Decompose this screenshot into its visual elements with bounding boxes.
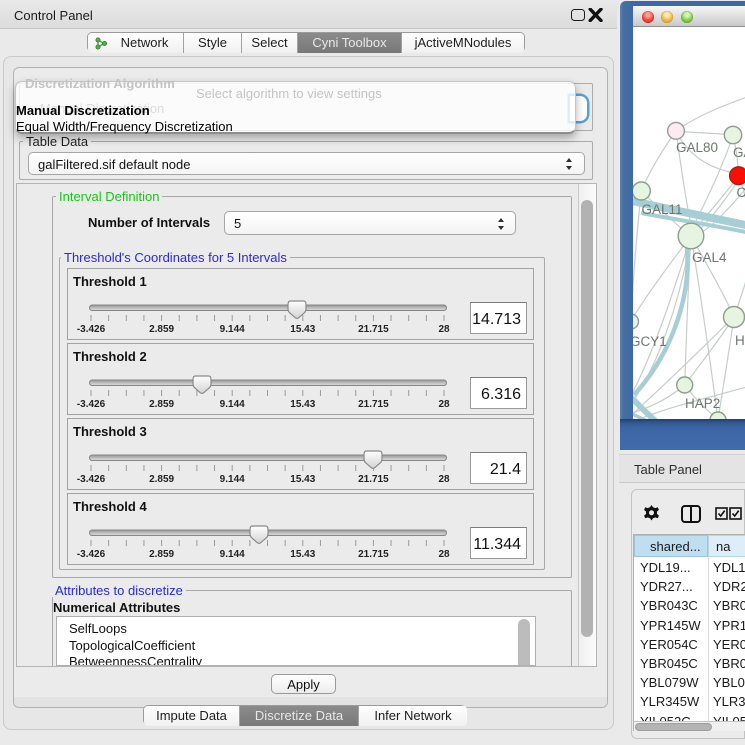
svg-text:15.43: 15.43 — [290, 324, 315, 335]
svg-text:21.715: 21.715 — [358, 474, 389, 485]
svg-text:28: 28 — [438, 474, 450, 485]
svg-text:-3.426: -3.426 — [77, 399, 106, 410]
svg-text:2.859: 2.859 — [149, 324, 174, 335]
svg-text:9.144: 9.144 — [220, 474, 245, 485]
svg-text:GAL11: GAL11 — [642, 202, 683, 217]
svg-text:C: C — [737, 185, 745, 200]
svg-text:15.43: 15.43 — [290, 399, 315, 410]
svg-text:-3.426: -3.426 — [77, 324, 106, 335]
svg-text:21.715: 21.715 — [358, 324, 389, 335]
svg-text:GAL4: GAL4 — [692, 250, 727, 265]
svg-text:HAP2: HAP2 — [685, 396, 720, 411]
svg-text:28: 28 — [438, 324, 450, 335]
svg-text:GAL80: GAL80 — [676, 140, 718, 155]
svg-text:21.715: 21.715 — [358, 549, 389, 560]
svg-text:28: 28 — [438, 399, 450, 410]
svg-text:2.859: 2.859 — [149, 549, 174, 560]
svg-text:9.144: 9.144 — [220, 324, 245, 335]
svg-text:9.144: 9.144 — [220, 399, 245, 410]
svg-text:2.859: 2.859 — [149, 399, 174, 410]
svg-text:GA: GA — [733, 145, 745, 160]
svg-text:H: H — [735, 333, 745, 348]
svg-text:15.43: 15.43 — [290, 549, 315, 560]
svg-text:GCY1: GCY1 — [633, 334, 667, 349]
svg-text:21.715: 21.715 — [358, 399, 389, 410]
svg-text:15.43: 15.43 — [290, 474, 315, 485]
svg-text:-3.426: -3.426 — [77, 474, 106, 485]
svg-text:-3.426: -3.426 — [77, 549, 106, 560]
svg-text:28: 28 — [438, 549, 450, 560]
svg-text:2.859: 2.859 — [149, 474, 174, 485]
svg-text:9.144: 9.144 — [220, 549, 245, 560]
